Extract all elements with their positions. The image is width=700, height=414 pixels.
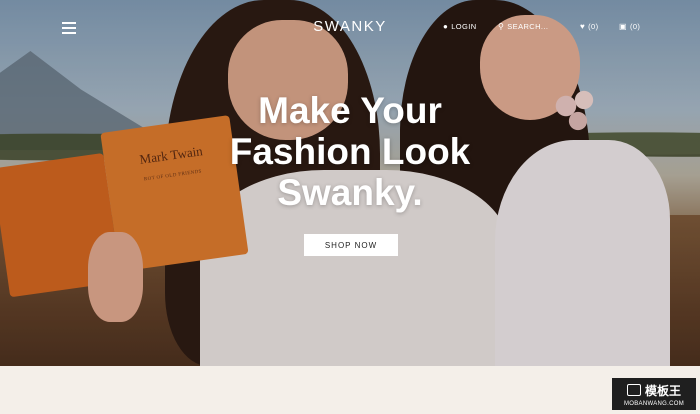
hamburger-menu-icon[interactable] xyxy=(62,22,76,34)
top-navigation: SWANKY ● LOGIN ⚲ SEARCH... ♥ (0) ▣ (0) xyxy=(0,0,700,56)
user-icon: ● xyxy=(443,21,449,31)
hero-headline: Make Your Fashion Look Swanky. xyxy=(190,90,510,213)
search-box[interactable]: ⚲ SEARCH... xyxy=(498,22,548,31)
search-icon: ⚲ xyxy=(498,21,505,31)
headline-line-1: Make Your xyxy=(258,90,442,131)
wishlist-link[interactable]: ♥ (0) xyxy=(580,22,599,31)
watermark-top: 模板王 xyxy=(626,382,681,399)
login-label: LOGIN xyxy=(451,22,477,31)
shop-now-button[interactable]: SHOP NOW xyxy=(304,234,398,256)
login-link[interactable]: ● LOGIN xyxy=(443,22,477,31)
site-logo[interactable]: SWANKY xyxy=(300,18,400,35)
headline-line-2: Fashion Look xyxy=(229,131,471,172)
cart-link[interactable]: ▣ (0) xyxy=(619,22,640,31)
heart-icon: ♥ xyxy=(580,21,586,31)
cart-count: (0) xyxy=(629,22,641,31)
headline-line-3: Swanky. xyxy=(277,172,423,213)
watermark-logo-icon xyxy=(626,384,641,396)
cart-icon: ▣ xyxy=(619,21,627,31)
search-placeholder: SEARCH... xyxy=(507,22,549,31)
wishlist-count: (0) xyxy=(588,22,599,31)
watermark-bottom-text: MOBANWANG.COM xyxy=(623,400,684,407)
watermark-badge: 模板王 MOBANWANG.COM xyxy=(612,378,696,410)
watermark-top-text: 模板王 xyxy=(644,383,681,398)
